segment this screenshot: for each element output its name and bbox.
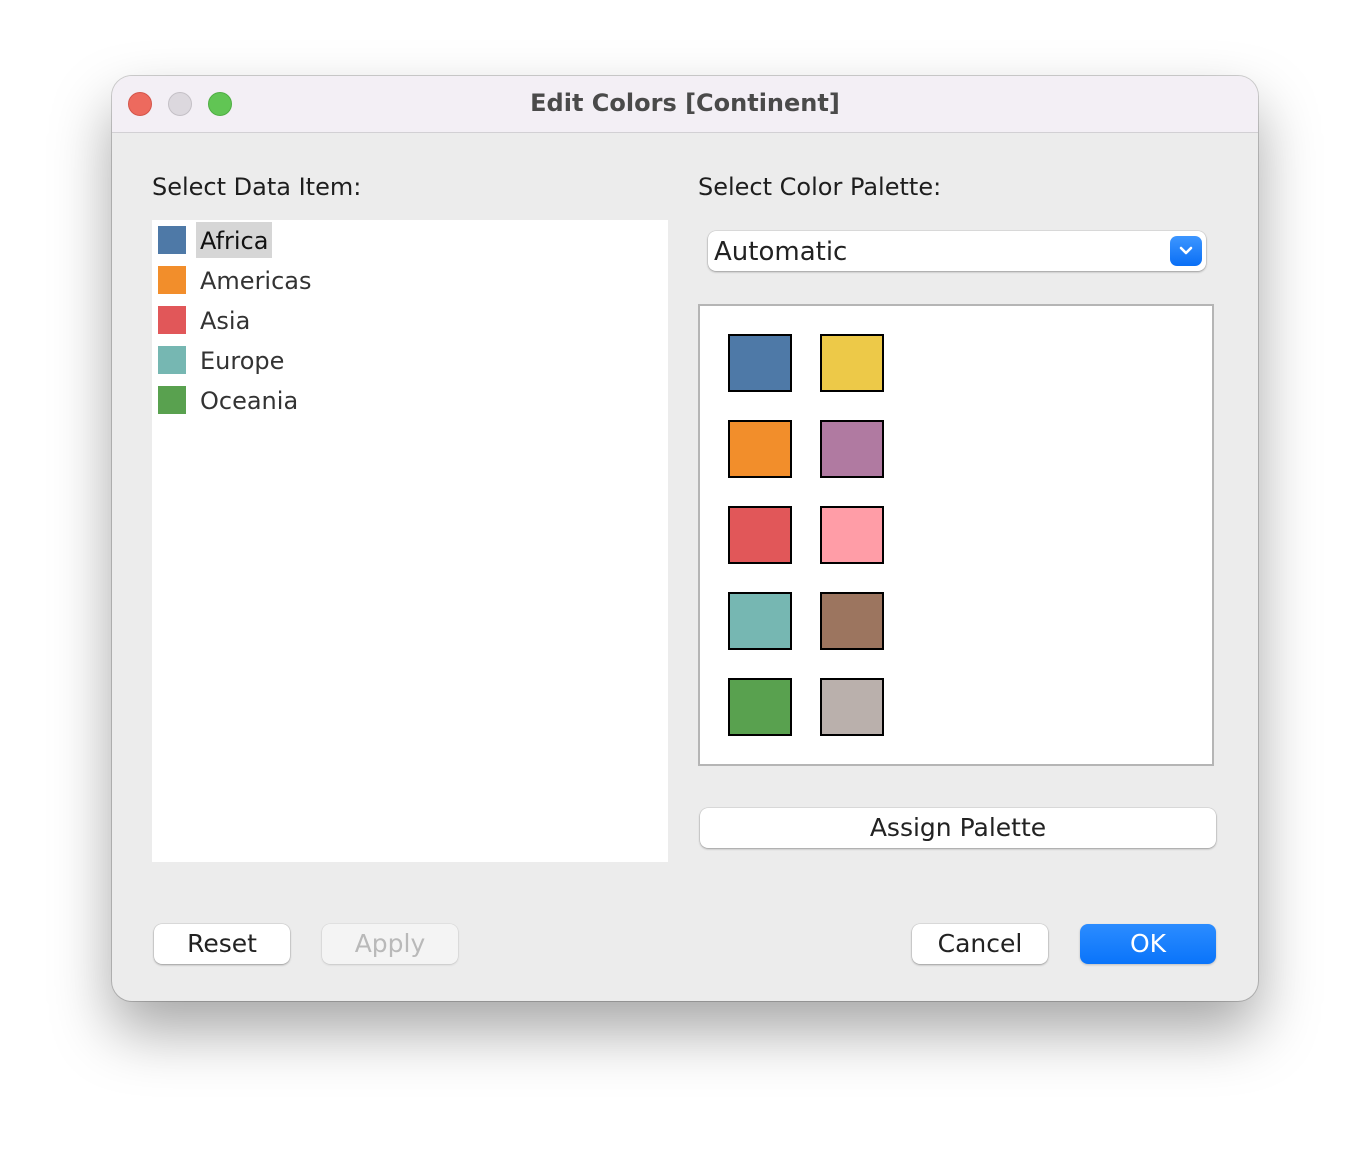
- list-item-asia[interactable]: Asia: [158, 302, 254, 338]
- color-swatch: [158, 386, 186, 414]
- select-color-palette-label: Select Color Palette:: [698, 173, 942, 201]
- ok-button[interactable]: OK: [1080, 924, 1216, 964]
- list-item-europe[interactable]: Europe: [158, 342, 288, 378]
- edit-colors-dialog: Edit Colors [Continent] Select Data Item…: [112, 76, 1258, 1001]
- palette-select-value: Automatic: [714, 237, 848, 267]
- palette-swatch-grid: [698, 304, 1214, 766]
- palette-swatch[interactable]: [728, 678, 792, 736]
- color-swatch: [158, 266, 186, 294]
- list-item-africa[interactable]: Africa: [158, 222, 273, 258]
- palette-swatch[interactable]: [820, 420, 884, 478]
- cancel-button[interactable]: Cancel: [912, 924, 1048, 964]
- select-data-item-label: Select Data Item:: [152, 173, 362, 201]
- list-item-oceania[interactable]: Oceania: [158, 382, 302, 418]
- title-bar: Edit Colors [Continent]: [112, 76, 1258, 133]
- list-item-label: Americas: [200, 267, 312, 295]
- color-swatch: [158, 306, 186, 334]
- list-item-label: Africa: [196, 222, 273, 258]
- list-item-label: Europe: [200, 347, 285, 375]
- palette-swatch[interactable]: [728, 334, 792, 392]
- color-swatch: [158, 346, 186, 374]
- list-item-label: Oceania: [200, 387, 299, 415]
- data-item-list[interactable]: Africa Americas Asia Europe Oceania: [152, 220, 668, 862]
- palette-swatch[interactable]: [728, 592, 792, 650]
- palette-swatch[interactable]: [728, 506, 792, 564]
- palette-swatch[interactable]: [820, 334, 884, 392]
- assign-palette-button[interactable]: Assign Palette: [700, 808, 1216, 848]
- list-item-label: Asia: [200, 307, 251, 335]
- palette-swatch[interactable]: [728, 420, 792, 478]
- palette-swatch[interactable]: [820, 678, 884, 736]
- color-swatch: [158, 226, 186, 254]
- palette-swatch[interactable]: [820, 506, 884, 564]
- palette-swatch[interactable]: [820, 592, 884, 650]
- apply-button[interactable]: Apply: [322, 924, 458, 964]
- chevron-down-icon[interactable]: [1170, 236, 1202, 266]
- list-item-americas[interactable]: Americas: [158, 262, 316, 298]
- color-palette-select[interactable]: Automatic: [708, 231, 1206, 271]
- window-title: Edit Colors [Continent]: [530, 89, 840, 117]
- reset-button[interactable]: Reset: [154, 924, 290, 964]
